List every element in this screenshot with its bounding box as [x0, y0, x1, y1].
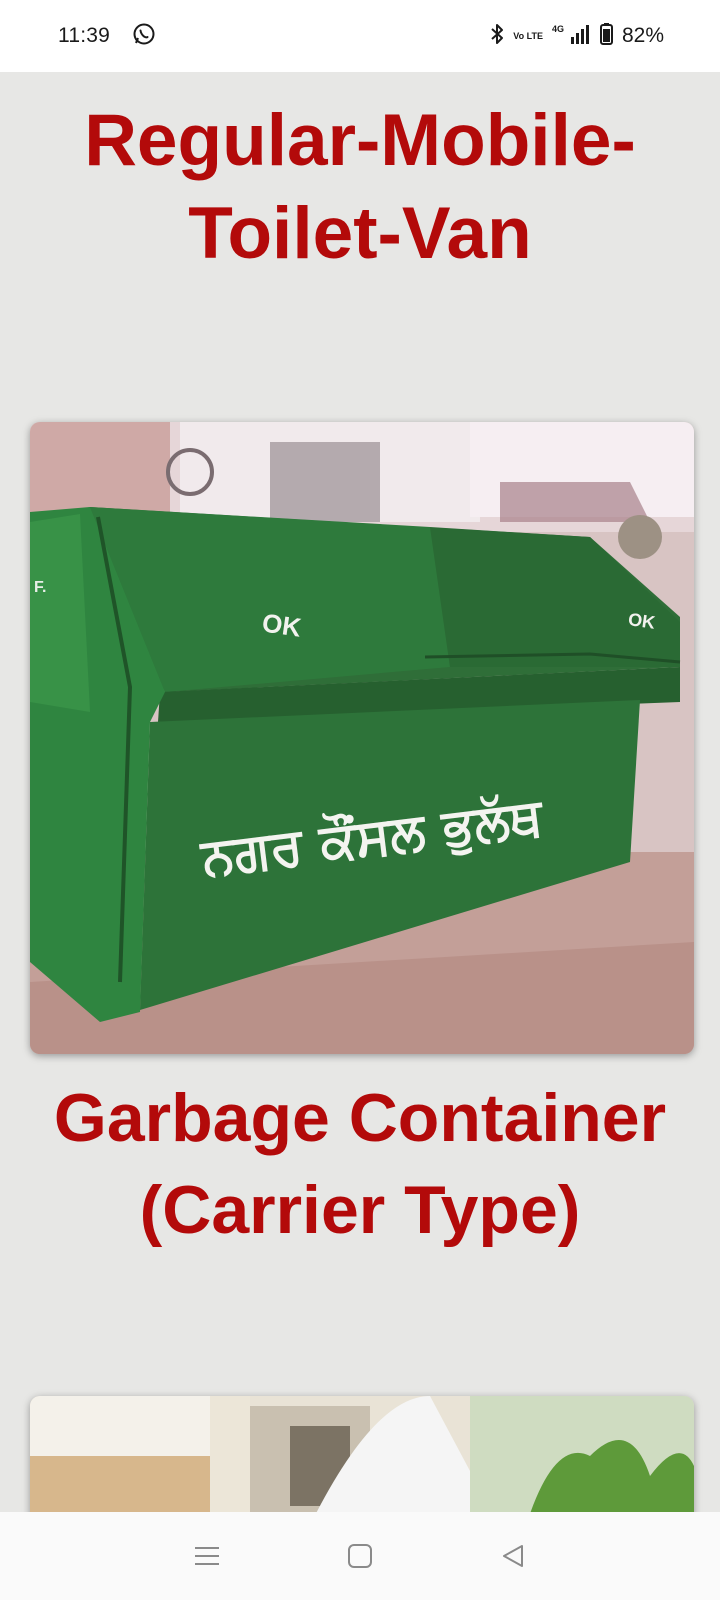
status-left: 11:39 — [58, 22, 156, 51]
page-content[interactable]: Regular-Mobile-Toilet-Van F. OK OK ਨਗਰ ਕ… — [0, 72, 720, 1512]
page-heading-garbage-container: Garbage Container (Carrier Type) — [53, 1080, 667, 1248]
page-heading-mobile-toilet-van: Regular-Mobile-Toilet-Van — [84, 100, 636, 274]
lid-ok-text-left: OK — [260, 608, 303, 643]
whatsapp-icon — [132, 22, 156, 51]
svg-text:F.: F. — [34, 579, 46, 596]
status-bar: 11:39 Vo LTE 4G 82% — [0, 0, 720, 72]
home-icon[interactable] — [330, 1526, 390, 1586]
lid-ok-text-right: OK — [627, 609, 657, 633]
battery-percent: 82% — [621, 24, 664, 47]
bluetooth-icon — [490, 23, 504, 50]
battery-icon — [599, 22, 613, 50]
back-icon[interactable] — [483, 1526, 543, 1586]
status-time: 11:39 — [58, 24, 110, 47]
garbage-container-photo[interactable]: F. OK OK ਨਗਰ ਕੌਂਸਲ ਭੁਲੱਥ — [30, 422, 694, 1054]
network-type: 4G — [551, 24, 564, 34]
signal-icon — [570, 24, 591, 49]
navigation-bar — [0, 1512, 720, 1600]
next-product-photo[interactable] — [30, 1396, 694, 1512]
status-right: Vo LTE 4G 82% — [490, 22, 664, 50]
menu-icon[interactable] — [177, 1526, 237, 1586]
volte-icon: Vo LTE — [513, 30, 543, 41]
